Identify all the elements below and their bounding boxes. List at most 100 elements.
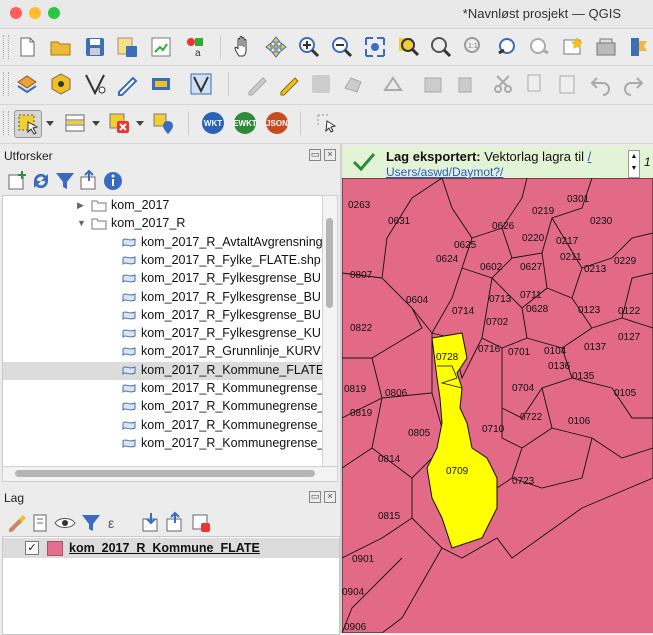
wkt-icon[interactable]: WKT — [200, 110, 226, 136]
expression-filter-icon[interactable]: ε — [104, 510, 130, 536]
browser-tree[interactable]: ▶ kom_2017 ▼ kom_2017_R kom_2017_R_AvtaltAvg… — [2, 195, 324, 467]
identify-icon[interactable] — [314, 110, 340, 136]
vertex-tool-icon[interactable] — [380, 71, 406, 97]
print-layout-icon[interactable] — [148, 34, 174, 60]
tree-file-item[interactable]: kom_2017_R_Kommunegrense_ — [3, 417, 323, 435]
refresh-icon[interactable] — [626, 34, 652, 60]
processing-toolbox-icon[interactable] — [148, 71, 174, 97]
tree-file-item[interactable]: kom_2017_R_Kommune_FLATE — [3, 361, 323, 380]
toolbar-grip[interactable] — [3, 111, 9, 135]
calculator-icon[interactable] — [114, 71, 140, 97]
tree-file-item[interactable]: kom_2017_R_Fylkesgrense_KU — [3, 325, 323, 343]
deselect-all-icon[interactable] — [106, 110, 132, 136]
expanded-arrow-icon[interactable]: ▼ — [77, 218, 87, 228]
select-by-location-icon[interactable] — [150, 110, 176, 136]
tree-folder-item[interactable]: ▼ kom_2017_R — [3, 215, 323, 233]
scroll-thumb[interactable] — [15, 470, 315, 477]
collapse-all-icon[interactable] — [162, 510, 188, 536]
message-link[interactable]: Users/aswd/Daymot?/ — [386, 165, 503, 179]
copy-features-icon[interactable] — [490, 71, 516, 97]
style-panel-icon[interactable] — [4, 510, 30, 536]
add-group-icon[interactable] — [28, 510, 54, 536]
open-project-icon[interactable] — [48, 34, 74, 60]
toolbar-grip[interactable] — [3, 72, 9, 96]
zoom-next-icon[interactable] — [527, 34, 553, 60]
tree-file-item[interactable]: kom_2017_R_Fylke_FLATE.shp — [3, 252, 323, 270]
zoom-to-layer-icon[interactable] — [428, 34, 454, 60]
show-bookmarks-icon[interactable] — [593, 34, 619, 60]
pan-hand-icon[interactable] — [230, 34, 256, 60]
zoom-out-icon[interactable] — [329, 34, 355, 60]
cut-features-icon[interactable] — [452, 71, 478, 97]
paste-features-icon[interactable] — [522, 71, 548, 97]
paste-clipboard-icon[interactable] — [554, 71, 580, 97]
layer-color-swatch[interactable] — [47, 541, 63, 556]
tree-file-item[interactable]: kom_2017_R_Grunnlinje_KURV — [3, 343, 323, 361]
visibility-icon[interactable] — [52, 510, 78, 536]
browser-vertical-scrollbar[interactable] — [322, 195, 338, 467]
tree-file-item[interactable]: kom_2017_R_Fylkesgrense_BU — [3, 270, 323, 288]
vector-geometry-icon[interactable] — [188, 71, 214, 97]
tree-file-item[interactable]: kom_2017_R_Kommunegrense_ — [3, 398, 323, 416]
chevron-down-icon[interactable] — [92, 119, 100, 127]
maximize-window-button[interactable] — [48, 7, 60, 19]
layers-list[interactable]: ✓ kom_2017_R_Kommune_FLATE — [2, 536, 340, 635]
redo-icon[interactable] — [620, 71, 646, 97]
float-panel-icon[interactable]: ▭ — [309, 149, 321, 161]
pan-to-selection-icon[interactable] — [263, 34, 289, 60]
new-geopackage-layer-icon[interactable] — [48, 71, 74, 97]
style-manager-icon[interactable]: a — [182, 34, 208, 60]
ewkt-icon[interactable]: EWKT — [232, 110, 258, 136]
tree-folder-item[interactable]: ▶ kom_2017 — [3, 197, 323, 215]
close-panel-icon[interactable]: × — [324, 149, 336, 161]
add-feature-icon[interactable] — [340, 71, 366, 97]
chevron-down-icon[interactable] — [46, 119, 54, 127]
collapsed-arrow-icon[interactable]: ▶ — [77, 200, 87, 211]
refresh-icon[interactable] — [28, 168, 54, 194]
new-bookmark-icon[interactable] — [560, 34, 586, 60]
close-panel-icon[interactable]: × — [324, 491, 336, 503]
select-features-icon[interactable] — [14, 110, 42, 138]
scroll-thumb[interactable] — [326, 218, 333, 308]
close-window-button[interactable] — [10, 7, 22, 19]
remove-layer-icon[interactable] — [188, 510, 214, 536]
chevron-down-icon[interactable] — [136, 119, 144, 127]
save-edits-icon[interactable] — [308, 71, 334, 97]
minimize-window-button[interactable] — [29, 7, 41, 19]
zoom-last-icon[interactable] — [494, 34, 520, 60]
tree-file-item[interactable]: kom_2017_R_Kommunegrense_ — [3, 435, 323, 453]
collapse-all-icon[interactable] — [76, 168, 102, 194]
tree-file-item[interactable]: kom_2017_R_Fylkesgrense_BU — [3, 289, 323, 307]
save-project-icon[interactable] — [82, 34, 108, 60]
data-source-manager-icon[interactable] — [14, 71, 40, 97]
delete-selected-icon[interactable] — [420, 71, 446, 97]
info-icon[interactable] — [100, 168, 126, 194]
filter-icon[interactable] — [78, 510, 104, 536]
filter-icon[interactable] — [52, 168, 78, 194]
tree-file-item[interactable]: kom_2017_R_Fylkesgrense_BU — [3, 307, 323, 325]
zoom-in-icon[interactable] — [296, 34, 322, 60]
json-icon[interactable]: JSON — [264, 110, 290, 136]
tree-file-item[interactable]: kom_2017_R_Kommunegrense_ — [3, 380, 323, 398]
attribute-table-icon[interactable] — [62, 110, 88, 136]
zoom-native-icon[interactable]: 1:1 — [461, 34, 487, 60]
layer-row[interactable]: ✓ kom_2017_R_Kommune_FLATE — [3, 538, 339, 558]
message-link-start[interactable]: / — [588, 149, 592, 164]
map-polygons[interactable] — [342, 178, 653, 633]
layer-visibility-checkbox[interactable]: ✓ — [25, 541, 39, 555]
map-canvas[interactable]: 0263 0301 0219 0230 0631 0626 0220 0217 0625 0211… — [342, 178, 653, 633]
new-project-icon[interactable] — [14, 34, 40, 60]
toggle-editing-icon[interactable] — [276, 71, 302, 97]
current-edits-icon[interactable] — [244, 71, 270, 97]
digitize-vertex-icon[interactable] — [82, 71, 108, 97]
add-selected-layers-icon[interactable] — [4, 168, 30, 194]
message-stepper[interactable]: ▲ ▼ — [628, 150, 640, 178]
zoom-full-icon[interactable] — [362, 34, 388, 60]
toolbar-grip[interactable] — [3, 35, 9, 59]
float-panel-icon[interactable]: ▭ — [309, 491, 321, 503]
browser-horizontal-scrollbar[interactable] — [2, 466, 338, 482]
tree-file-item[interactable]: kom_2017_R_AvtaltAvgrensning — [3, 234, 323, 252]
expand-all-icon[interactable] — [138, 510, 164, 536]
zoom-to-selection-icon[interactable] — [395, 34, 421, 60]
save-as-icon[interactable] — [114, 34, 140, 60]
